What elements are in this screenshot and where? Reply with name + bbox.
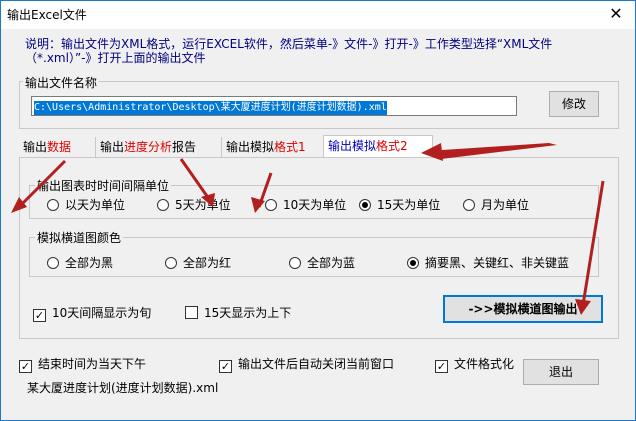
title-bar: 输出Excel文件 ✕ (1, 1, 635, 29)
check-end-afternoon[interactable]: ✓ 结束时间为当天下午 (19, 355, 146, 373)
color-option-all-black[interactable]: 全部为黑 (47, 254, 113, 271)
interval-option-day[interactable]: 以天为单位 (47, 196, 125, 213)
radio-dot-selected (407, 257, 419, 269)
color-option-mixed[interactable]: 摘要黑、关键红、非关键蓝 (407, 254, 569, 271)
checkbox-checked: ✓ (19, 360, 32, 373)
checkbox-checked: ✓ (435, 360, 448, 373)
interval-option-15day[interactable]: 15天为单位 (359, 196, 440, 213)
color-group-label: 模拟横道图颜色 (35, 229, 124, 246)
exit-button[interactable]: 退出 (523, 359, 599, 385)
radio-dot (165, 257, 177, 269)
check-10day-as-xun[interactable]: ✓ 10天间隔显示为旬 (33, 304, 151, 322)
export-gantt-button[interactable]: ->>模拟横道图输出 (443, 295, 603, 323)
modify-button[interactable]: 修改 (549, 91, 599, 117)
check-auto-close[interactable]: ✓ 输出文件后自动关闭当前窗口 (219, 355, 394, 373)
interval-group-label: 输出图表时时间间隔单位 (35, 177, 172, 194)
footer-filename: 某大厦进度计划(进度计划数据).xml (27, 381, 219, 395)
check-15day-as-half[interactable]: 15天显示为上下 (185, 304, 291, 321)
checkbox-checked: ✓ (33, 309, 46, 322)
color-option-all-blue[interactable]: 全部为蓝 (289, 254, 355, 271)
interval-option-month[interactable]: 月为单位 (463, 196, 529, 213)
radio-dot (157, 199, 169, 211)
check-format-file[interactable]: ✓ 文件格式化 (435, 355, 514, 373)
tab-output-progress-report[interactable]: 输出进度分析报告 (95, 137, 219, 157)
tab-output-data[interactable]: 输出数据 (19, 137, 95, 157)
tab-simulate-format-1[interactable]: 输出模拟格式1 (221, 137, 323, 157)
output-path-input[interactable]: C:\Users\Administrator\Desktop\某大厦进度计划(进… (31, 96, 517, 116)
description-text: 说明：输出文件为XML格式，运行EXCEL软件，然后菜单-》文件-》打开-》工作… (25, 37, 553, 65)
radio-dot (463, 199, 475, 211)
radio-dot (289, 257, 301, 269)
radio-dot (47, 199, 59, 211)
tab-simulate-format-2[interactable]: 输出模拟格式2 (323, 135, 433, 157)
close-button[interactable]: ✕ (603, 3, 629, 25)
radio-dot-selected (359, 199, 371, 211)
radio-dot (47, 257, 59, 269)
checkbox-unchecked (185, 306, 198, 319)
color-option-all-red[interactable]: 全部为红 (165, 254, 231, 271)
checkbox-checked: ✓ (219, 360, 232, 373)
window-title: 输出Excel文件 (7, 8, 87, 22)
export-excel-window: 输出Excel文件 ✕ 说明：输出文件为XML格式，运行EXCEL软件，然后菜单… (0, 0, 636, 421)
output-file-group-label: 输出文件名称 (23, 74, 100, 91)
radio-dot (265, 199, 277, 211)
interval-option-5day[interactable]: 5天为单位 (157, 196, 231, 213)
output-path-value: C:\Users\Administrator\Desktop\某大厦进度计划(进… (34, 101, 387, 115)
interval-option-10day[interactable]: 10天为单位 (265, 196, 346, 213)
